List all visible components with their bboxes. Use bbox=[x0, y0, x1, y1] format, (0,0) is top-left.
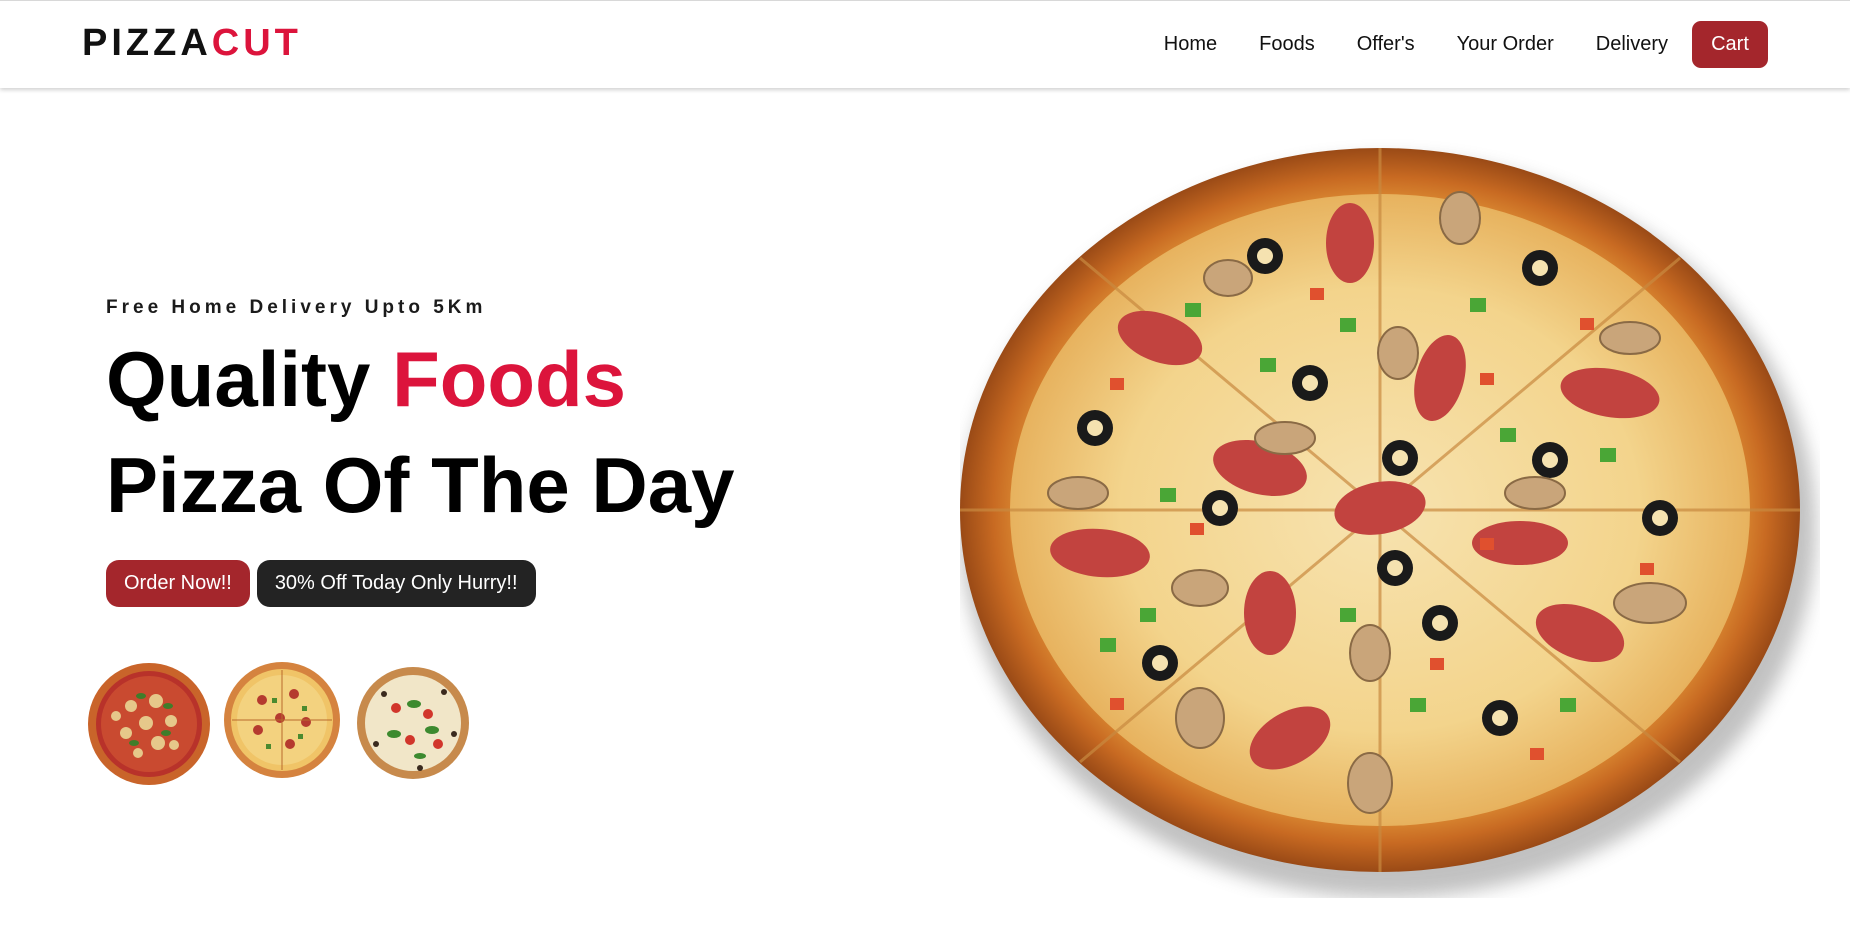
pizza-thumbnail-2-icon[interactable] bbox=[222, 660, 342, 780]
offer-button[interactable]: 30% Off Today Only Hurry!! bbox=[256, 560, 536, 607]
navbar: PIZZACUT Home Foods Offer's Your Order D… bbox=[0, 0, 1850, 88]
brand-name-part2: CUT bbox=[211, 22, 302, 64]
headline-line2: Pizza Of The Day bbox=[106, 441, 735, 529]
headline-word-quality: Quality bbox=[106, 335, 371, 423]
pizza-hero-image bbox=[960, 148, 1816, 898]
pizza-thumbnail-3-icon[interactable] bbox=[354, 664, 472, 782]
nav-link-your-order[interactable]: Your Order bbox=[1457, 21, 1554, 68]
order-now-button[interactable]: Order Now!! bbox=[106, 560, 250, 607]
cta-row: Order Now!! 30% Off Today Only Hurry!! bbox=[106, 560, 536, 607]
hero-tagline: Free Home Delivery Upto 5Km bbox=[106, 297, 487, 318]
pizza-thumbnails bbox=[86, 658, 486, 788]
brand-logo[interactable]: PIZZACUT bbox=[82, 19, 302, 67]
pizza-thumbnail-1-icon[interactable] bbox=[86, 661, 212, 787]
headline-word-foods: Foods bbox=[392, 335, 627, 423]
headline-line1: Quality Foods bbox=[106, 326, 735, 432]
nav-link-offers[interactable]: Offer's bbox=[1357, 21, 1415, 68]
nav-links: Home Foods Offer's Your Order Delivery C… bbox=[1164, 21, 1768, 68]
brand-name-part1: PIZZA bbox=[82, 22, 212, 64]
nav-link-delivery[interactable]: Delivery bbox=[1596, 21, 1668, 68]
nav-link-home[interactable]: Home bbox=[1164, 21, 1217, 68]
hero-text: Free Home Delivery Upto 5Km Quality Food… bbox=[106, 290, 735, 538]
nav-link-foods[interactable]: Foods bbox=[1259, 21, 1315, 68]
cart-button[interactable]: Cart bbox=[1692, 21, 1768, 68]
